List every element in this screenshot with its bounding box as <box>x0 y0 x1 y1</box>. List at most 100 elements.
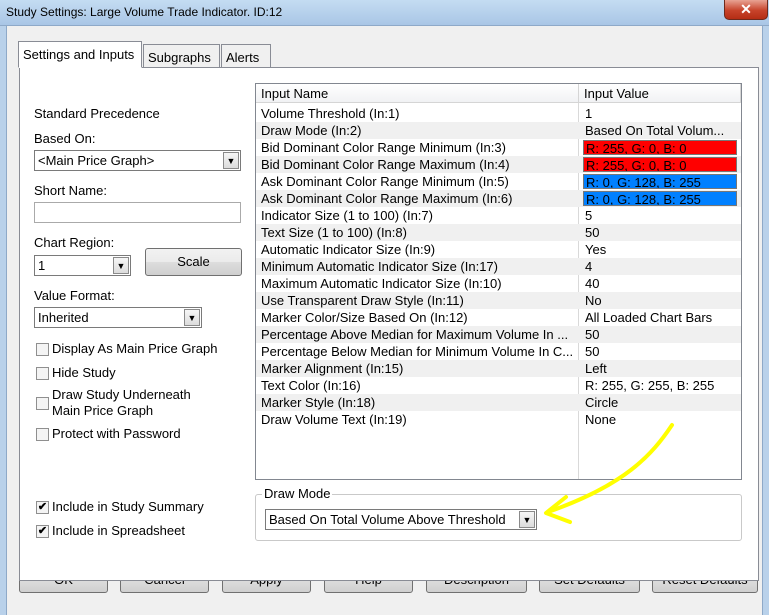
input-value-cell[interactable]: Yes <box>583 242 737 257</box>
input-value-cell[interactable]: None <box>583 412 737 427</box>
title-bar: Study Settings: Large Volume Trade Indic… <box>0 0 769 26</box>
chevron-down-icon[interactable]: ▼ <box>184 309 200 326</box>
table-row[interactable]: Ask Dominant Color Range Maximum (In:6) R… <box>256 190 741 207</box>
table-row[interactable]: Minimum Automatic Indicator Size (In:17)… <box>256 258 741 275</box>
table-row[interactable]: Volume Threshold (In:1) 1 <box>256 105 741 122</box>
input-name-cell: Bid Dominant Color Range Maximum (In:4) <box>261 157 510 172</box>
input-name-cell: Minimum Automatic Indicator Size (In:17) <box>261 259 498 274</box>
table-row[interactable]: Marker Color/Size Based On (In:12) All Lo… <box>256 309 741 326</box>
include-in-study-summary-checkbox[interactable]: ✔ <box>36 501 49 514</box>
tab-alerts[interactable]: Alerts <box>221 44 271 68</box>
tab-settings-and-inputs[interactable]: Settings and Inputs <box>18 41 142 68</box>
dialog-client: Settings and Inputs Subgraphs Alerts Sta… <box>6 26 763 615</box>
table-row[interactable]: Percentage Above Median for Maximum Volu… <box>256 326 741 343</box>
display-as-main-price-graph-label: Display As Main Price Graph <box>52 341 218 356</box>
chevron-down-icon[interactable]: ▼ <box>223 152 239 169</box>
input-name-cell: Percentage Below Median for Minimum Volu… <box>261 344 574 359</box>
hide-study-label: Hide Study <box>52 365 116 380</box>
input-value-cell[interactable]: R: 255, G: 0, B: 0 <box>583 140 737 155</box>
input-value-cell[interactable]: No <box>583 293 737 308</box>
short-name-input[interactable] <box>34 202 241 223</box>
table-row[interactable]: Ask Dominant Color Range Minimum (In:5) R… <box>256 173 741 190</box>
protect-with-password-checkbox[interactable] <box>36 428 49 441</box>
draw-mode-group-label: Draw Mode <box>262 486 333 501</box>
hide-study-checkbox[interactable] <box>36 367 49 380</box>
draw-study-underneath-label: Draw Study Underneath <box>52 387 191 402</box>
value-format-label: Value Format: <box>34 288 115 303</box>
input-value-cell[interactable]: R: 255, G: 0, B: 0 <box>583 157 737 172</box>
standard-precedence-label: Standard Precedence <box>34 106 160 121</box>
chart-region-value: 1 <box>38 258 46 273</box>
input-name-cell: Ask Dominant Color Range Minimum (In:5) <box>261 174 509 189</box>
draw-study-underneath-label-line2: Main Price Graph <box>52 403 154 418</box>
value-format-value: Inherited <box>38 310 89 325</box>
input-value-cell[interactable]: 50 <box>583 327 737 342</box>
chart-region-label: Chart Region: <box>34 235 115 250</box>
input-value-cell[interactable]: Circle <box>583 395 737 410</box>
include-in-spreadsheet-label: Include in Spreadsheet <box>52 523 185 538</box>
chevron-down-icon[interactable]: ▼ <box>519 511 535 528</box>
based-on-select[interactable]: <Main Price Graph> ▼ <box>34 150 241 171</box>
scale-button[interactable]: Scale <box>145 248 242 276</box>
input-name-cell: Marker Alignment (In:15) <box>261 361 404 376</box>
draw-mode-group: Draw Mode Based On Total Volume Above Th… <box>255 486 742 541</box>
input-name-cell: Automatic Indicator Size (In:9) <box>261 242 436 257</box>
input-name-cell: Marker Style (In:18) <box>261 395 376 410</box>
table-row[interactable]: Use Transparent Draw Style (In:11) No <box>256 292 741 309</box>
short-name-label: Short Name: <box>34 183 107 198</box>
input-name-cell: Draw Volume Text (In:19) <box>261 412 407 427</box>
input-name-cell: Use Transparent Draw Style (In:11) <box>261 293 464 308</box>
input-name-cell: Maximum Automatic Indicator Size (In:10) <box>261 276 502 291</box>
table-row[interactable]: Bid Dominant Color Range Minimum (In:3) R… <box>256 139 741 156</box>
table-row[interactable]: Text Size (1 to 100) (In:8) 50 <box>256 224 741 241</box>
input-name-cell: Percentage Above Median for Maximum Volu… <box>261 327 569 342</box>
chevron-down-icon[interactable]: ▼ <box>113 257 129 274</box>
input-value-cell[interactable]: R: 0, G: 128, B: 255 <box>583 191 737 206</box>
input-value-cell[interactable]: All Loaded Chart Bars <box>583 310 737 325</box>
include-in-spreadsheet-checkbox[interactable]: ✔ <box>36 525 49 538</box>
input-name-cell: Draw Mode (In:2) <box>261 123 362 138</box>
input-value-cell[interactable]: 40 <box>583 276 737 291</box>
chart-region-select[interactable]: 1 ▼ <box>34 255 131 276</box>
table-row[interactable]: Text Color (In:16) R: 255, G: 255, B: 255 <box>256 377 741 394</box>
table-row[interactable]: Maximum Automatic Indicator Size (In:10)… <box>256 275 741 292</box>
input-name-cell: Text Color (In:16) <box>261 378 361 393</box>
input-value-cell[interactable]: R: 0, G: 128, B: 255 <box>583 174 737 189</box>
input-value-cell[interactable]: 5 <box>583 208 737 223</box>
display-as-main-price-graph-checkbox[interactable] <box>36 343 49 356</box>
input-name-cell: Bid Dominant Color Range Minimum (In:3) <box>261 140 506 155</box>
draw-mode-value: Based On Total Volume Above Threshold <box>269 512 506 527</box>
header-input-value[interactable]: Input Value <box>579 84 741 103</box>
value-format-select[interactable]: Inherited ▼ <box>34 307 202 328</box>
draw-mode-select[interactable]: Based On Total Volume Above Threshold ▼ <box>265 509 537 530</box>
protect-with-password-label: Protect with Password <box>52 426 181 441</box>
input-value-cell[interactable]: 4 <box>583 259 737 274</box>
table-row[interactable]: Marker Alignment (In:15) Left <box>256 360 741 377</box>
input-value-cell[interactable]: 1 <box>583 106 737 121</box>
table-row[interactable]: Indicator Size (1 to 100) (In:7) 5 <box>256 207 741 224</box>
table-row[interactable]: Draw Mode (In:2) Based On Total Volum... <box>256 122 741 139</box>
tab-subgraphs[interactable]: Subgraphs <box>143 44 220 68</box>
table-row[interactable]: Draw Volume Text (In:19) None <box>256 411 741 428</box>
input-value-cell[interactable]: Left <box>583 361 737 376</box>
based-on-value: <Main Price Graph> <box>38 153 155 168</box>
input-name-cell: Indicator Size (1 to 100) (In:7) <box>261 208 433 223</box>
close-button[interactable]: ✕ <box>724 0 768 20</box>
based-on-label: Based On: <box>34 131 96 146</box>
table-row[interactable]: Bid Dominant Color Range Maximum (In:4) R… <box>256 156 741 173</box>
inputs-grid[interactable]: Input Name Input Value Volume Threshold … <box>255 83 742 480</box>
input-name-cell: Ask Dominant Color Range Maximum (In:6) <box>261 191 513 206</box>
input-value-cell[interactable]: 50 <box>583 225 737 240</box>
input-name-cell: Volume Threshold (In:1) <box>261 106 400 121</box>
table-row[interactable]: Automatic Indicator Size (In:9) Yes <box>256 241 741 258</box>
header-input-name[interactable]: Input Name <box>256 84 579 103</box>
input-value-cell[interactable]: R: 255, G: 255, B: 255 <box>583 378 737 393</box>
draw-study-underneath-checkbox[interactable] <box>36 397 49 410</box>
window-title: Study Settings: Large Volume Trade Indic… <box>6 5 283 19</box>
input-name-cell: Marker Color/Size Based On (In:12) <box>261 310 468 325</box>
table-row[interactable]: Percentage Below Median for Minimum Volu… <box>256 343 741 360</box>
input-value-cell[interactable]: Based On Total Volum... <box>583 123 737 138</box>
table-row[interactable]: Marker Style (In:18) Circle <box>256 394 741 411</box>
input-value-cell[interactable]: 50 <box>583 344 737 359</box>
include-in-study-summary-label: Include in Study Summary <box>52 499 204 514</box>
